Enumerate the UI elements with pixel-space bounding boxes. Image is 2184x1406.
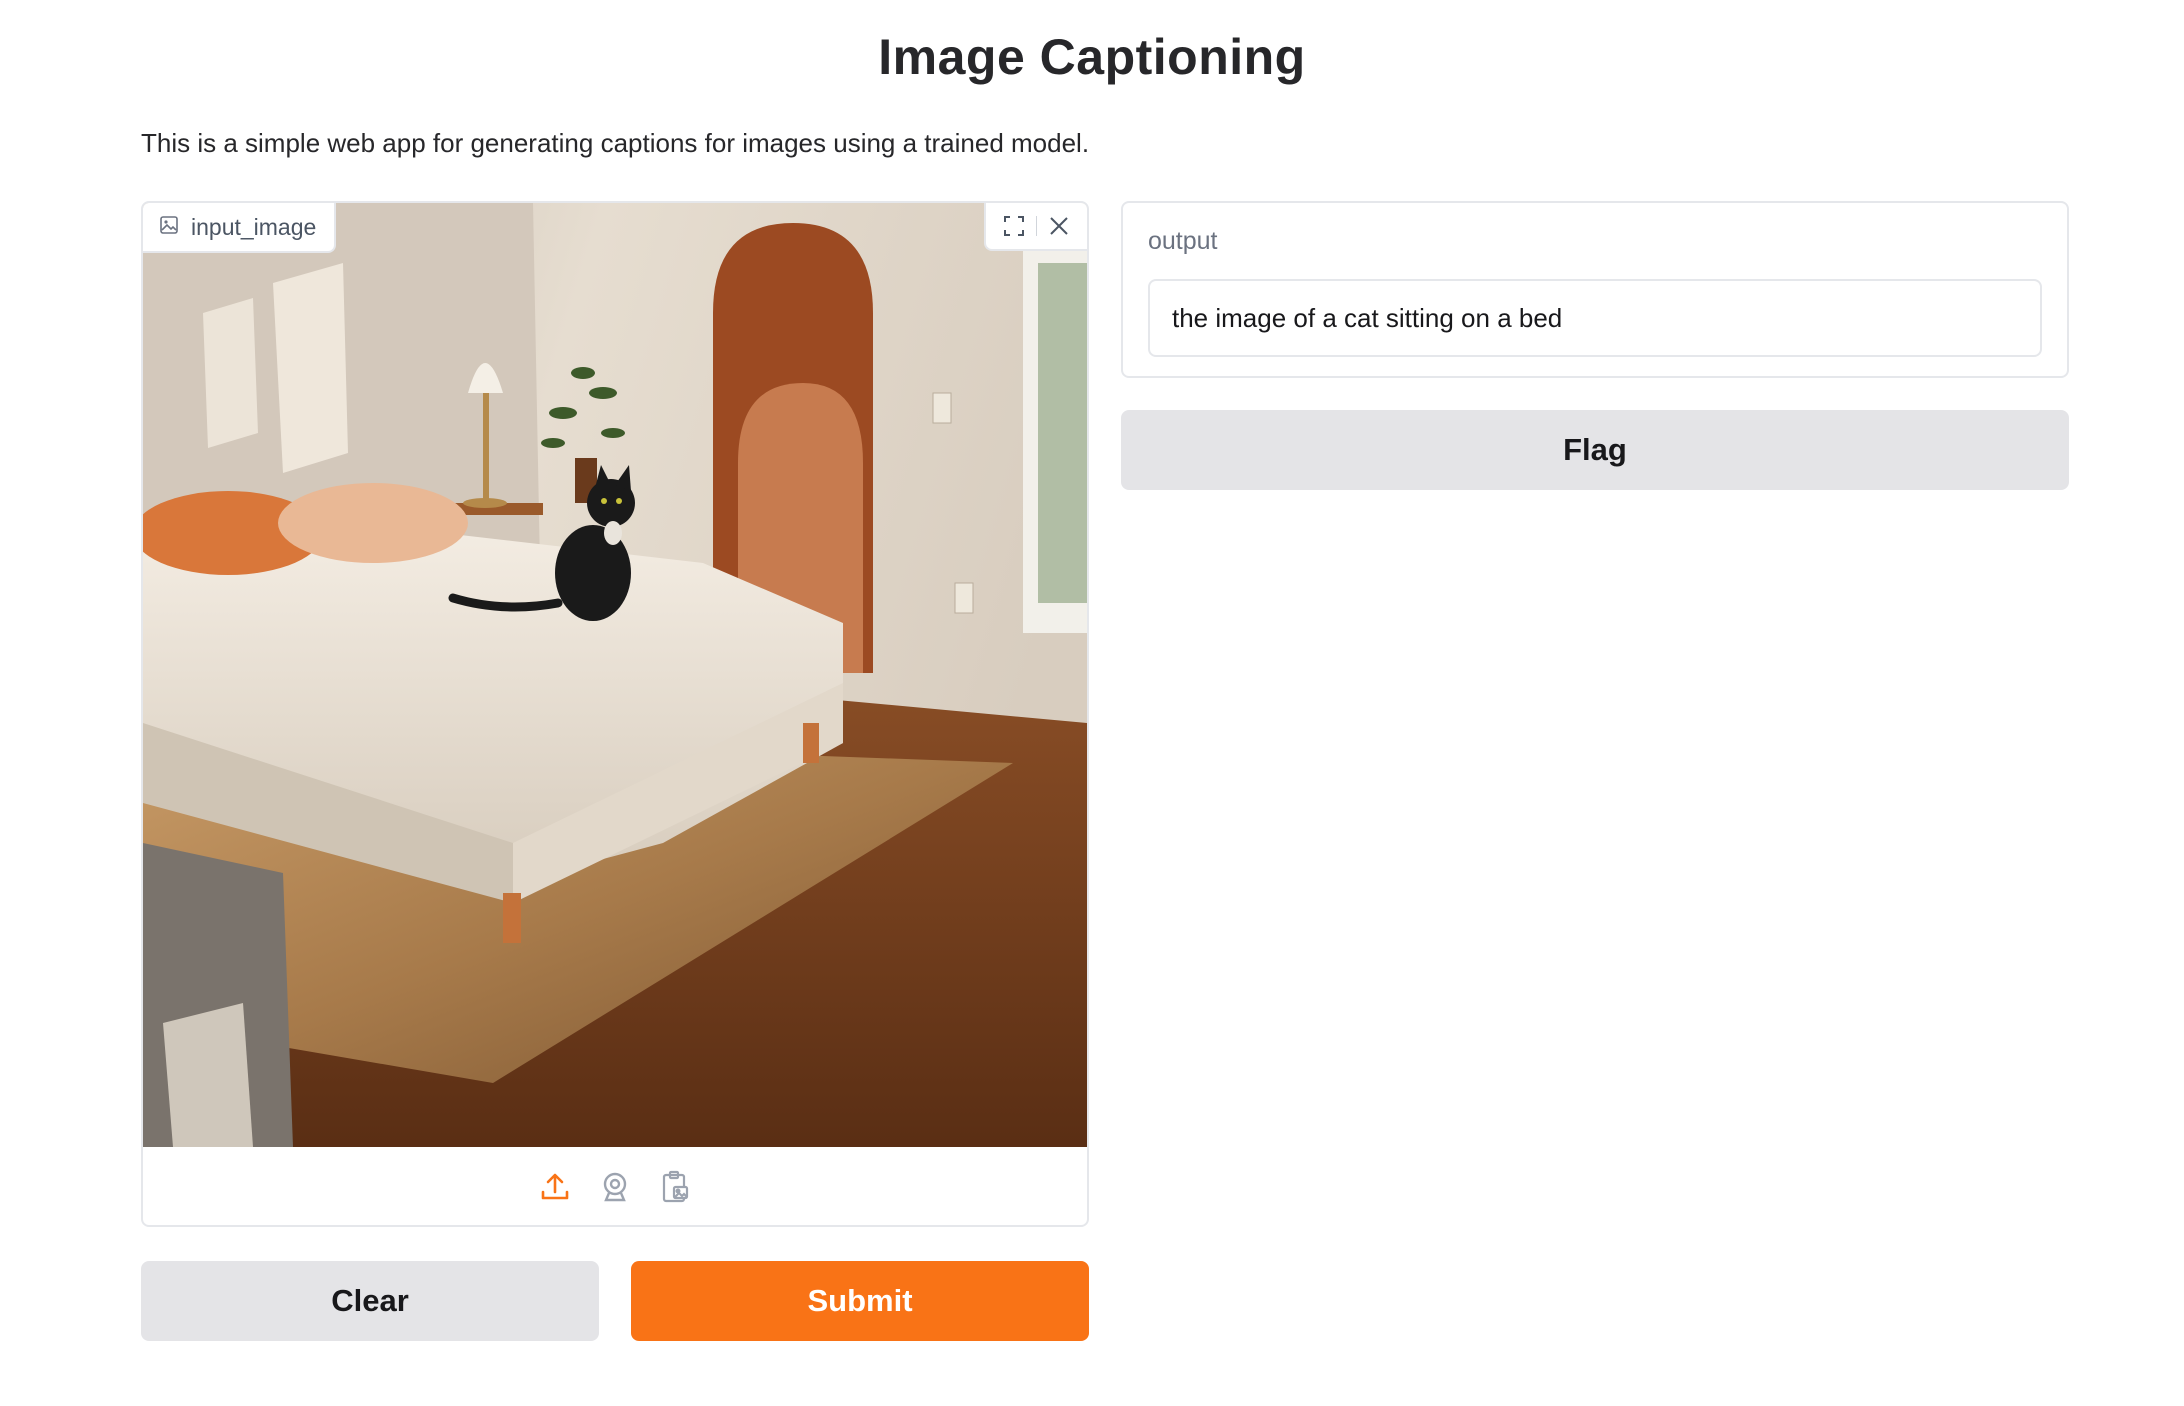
upload-icon[interactable] xyxy=(532,1164,578,1210)
clipboard-icon[interactable] xyxy=(652,1164,698,1210)
output-textbox[interactable]: the image of a cat sitting on a bed xyxy=(1148,279,2042,357)
input-image-label-text: input_image xyxy=(191,213,317,240)
clear-button[interactable]: Clear xyxy=(141,1261,599,1341)
input-image-panel[interactable]: input_image xyxy=(141,201,1089,1227)
image-toolbar xyxy=(984,203,1087,251)
image-icon xyxy=(159,214,179,241)
webcam-icon[interactable] xyxy=(592,1164,638,1210)
output-panel: output the image of a cat sitting on a b… xyxy=(1121,201,2069,378)
page-title: Image Captioning xyxy=(878,29,1306,85)
submit-button[interactable]: Submit xyxy=(631,1261,1089,1341)
input-image-label: input_image xyxy=(143,203,337,253)
output-label: output xyxy=(1148,227,1218,255)
flag-button[interactable]: Flag xyxy=(1121,410,2069,490)
image-source-bar xyxy=(143,1147,1087,1225)
fullscreen-icon[interactable] xyxy=(992,204,1036,248)
page-description: This is a simple web app for generating … xyxy=(141,128,1090,158)
close-icon[interactable] xyxy=(1037,204,1081,248)
uploaded-photo xyxy=(143,203,1087,1147)
